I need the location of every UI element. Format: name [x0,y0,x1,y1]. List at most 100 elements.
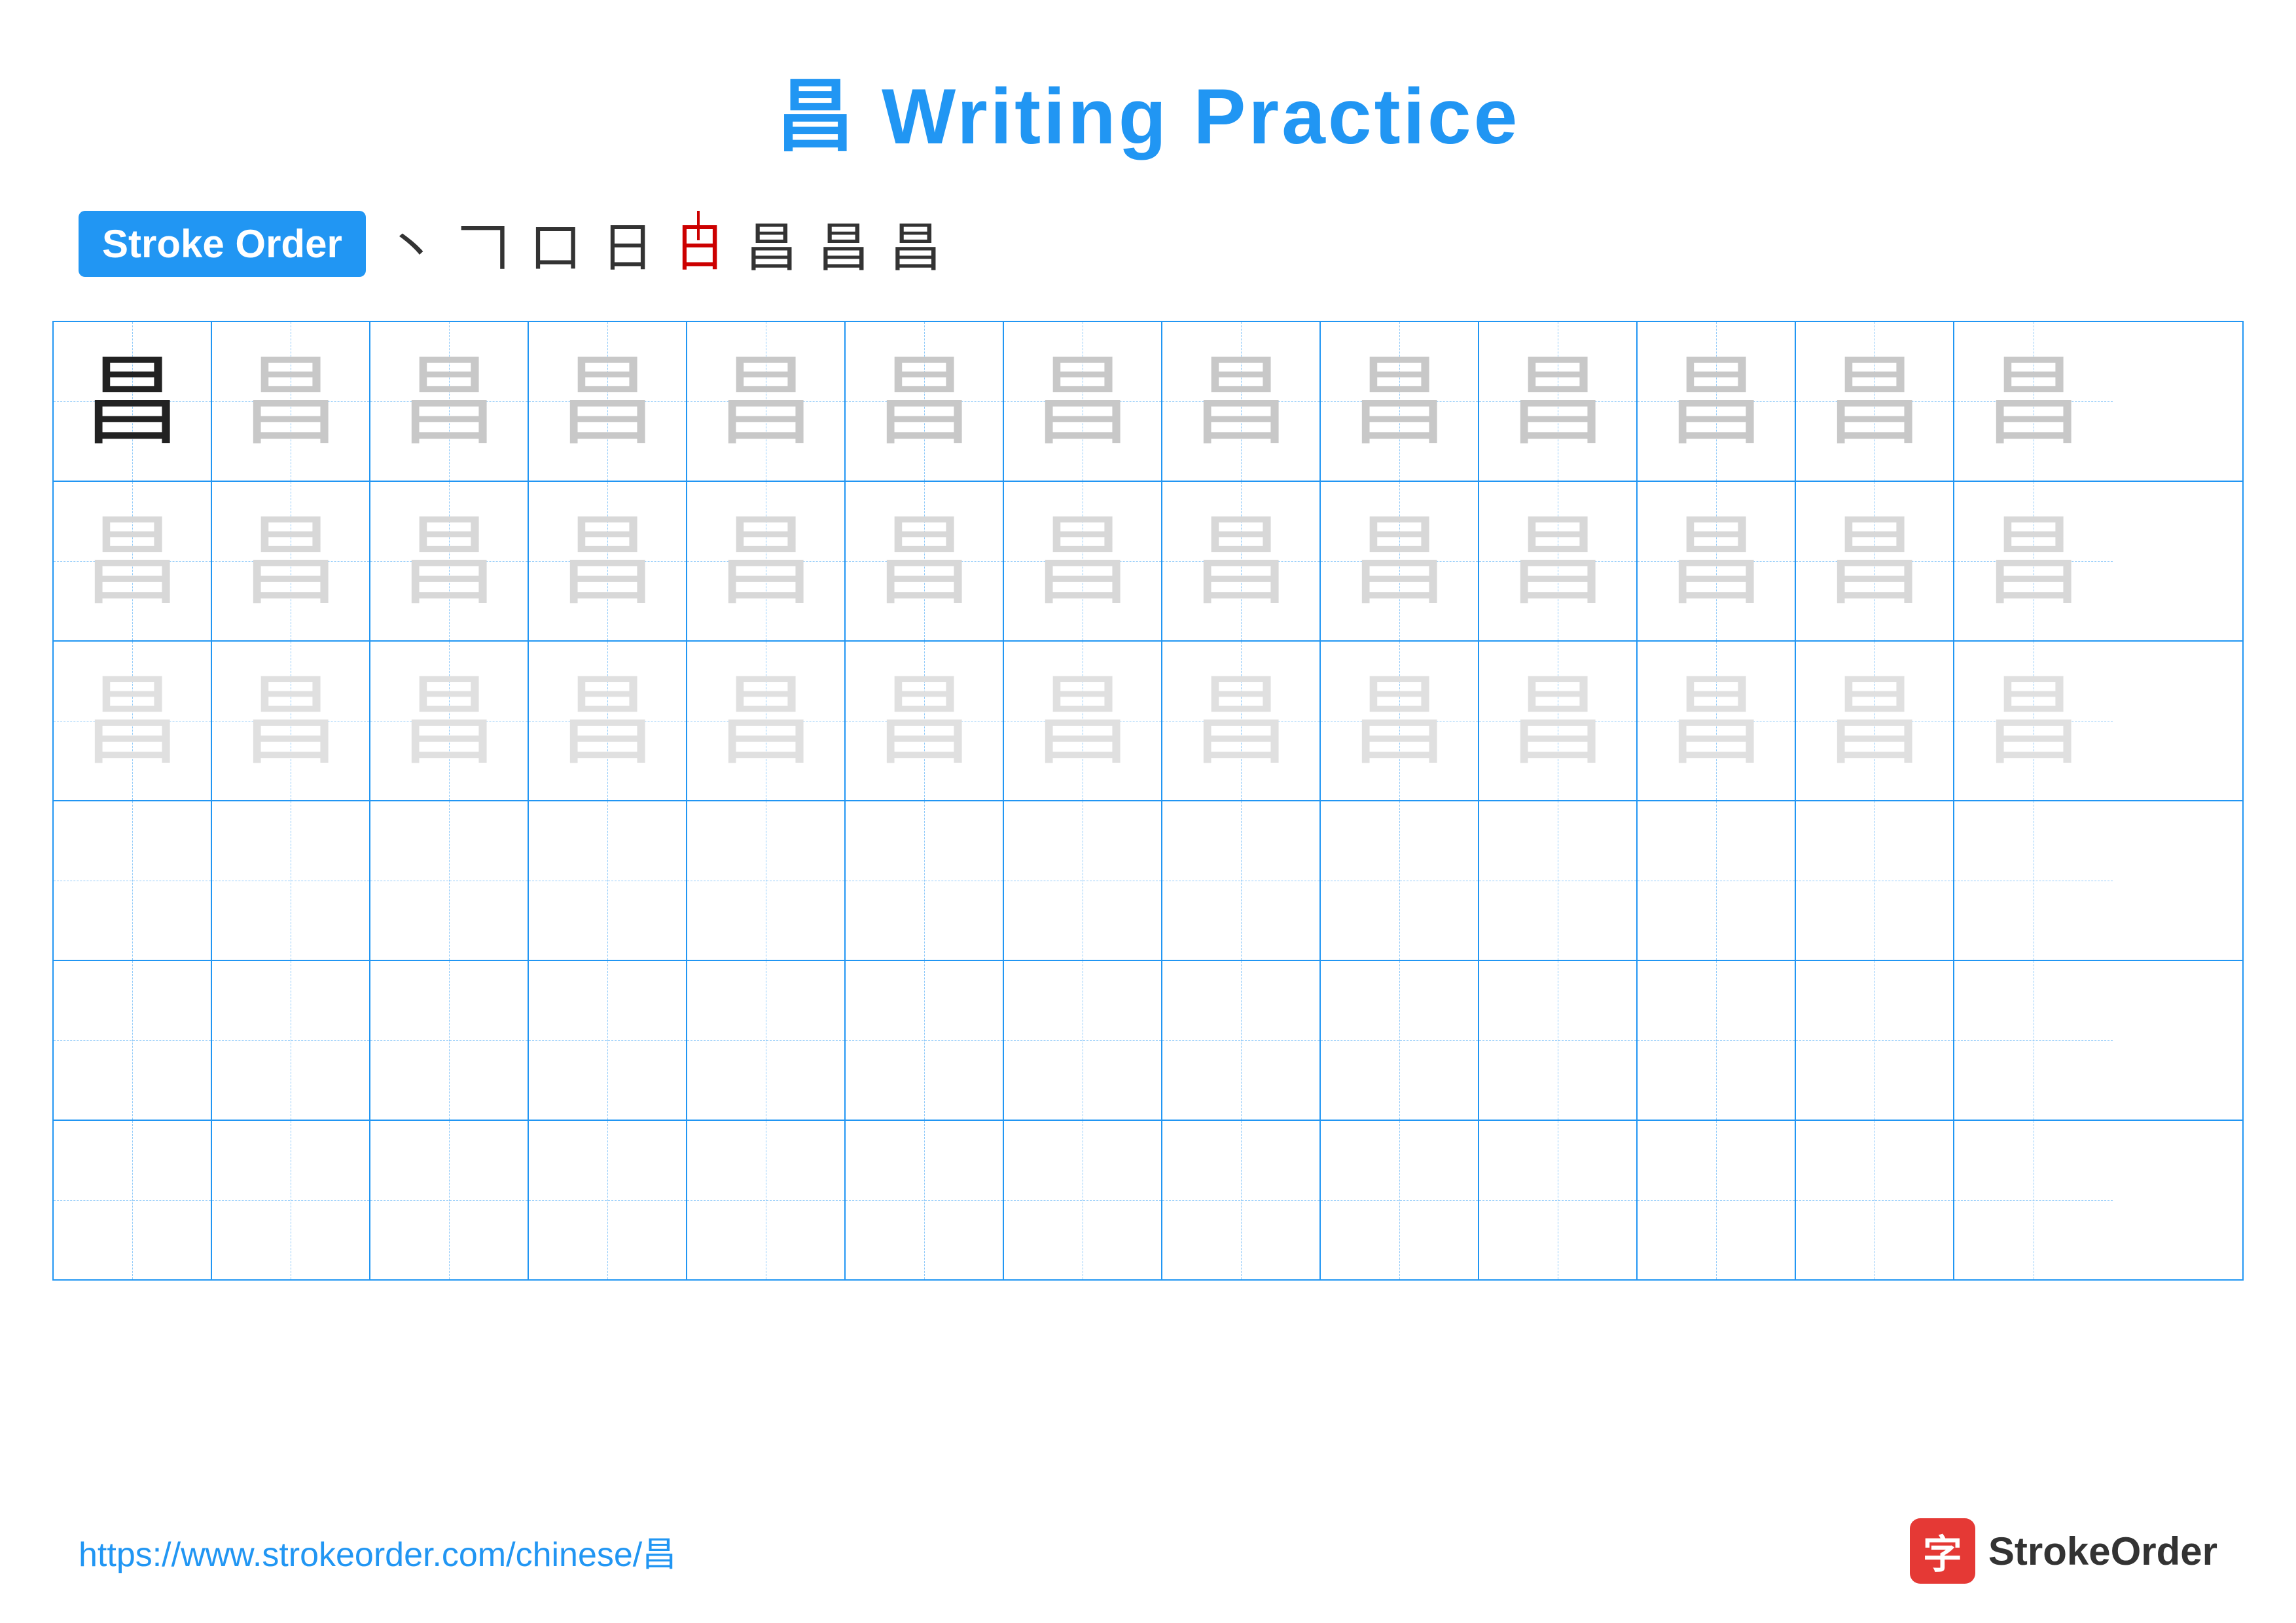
practice-char: 昌 [1667,352,1765,450]
stroke-1: 丶 [386,206,438,282]
grid-cell-r3-c8[interactable]: 昌 [1162,642,1321,800]
grid-cell-r4-c3[interactable] [370,801,529,960]
grid-cell-r3-c2[interactable]: 昌 [212,642,370,800]
grid-cell-r1-c7[interactable]: 昌 [1004,322,1162,481]
grid-cell-r2-c10[interactable]: 昌 [1479,482,1638,640]
grid-cell-r2-c6[interactable]: 昌 [846,482,1004,640]
grid-cell-r5-c12[interactable] [1796,961,1954,1120]
grid-cell-r5-c5[interactable] [687,961,846,1120]
grid-cell-r6-c2[interactable] [212,1121,370,1279]
grid-cell-r4-c12[interactable] [1796,801,1954,960]
grid-cell-r2-c1[interactable]: 昌 [54,482,212,640]
grid-cell-r3-c5[interactable]: 昌 [687,642,846,800]
practice-char: 昌 [875,672,973,770]
stroke-3: 口 [529,206,582,282]
grid-cell-r3-c6[interactable]: 昌 [846,642,1004,800]
grid-cell-r2-c13[interactable]: 昌 [1954,482,2113,640]
practice-char: 昌 [83,352,181,450]
grid-cell-r5-c9[interactable] [1321,961,1479,1120]
footer-url[interactable]: https://www.strokeorder.com/chinese/昌 [79,1527,676,1576]
practice-char: 昌 [1825,672,1924,770]
grid-cell-r4-c5[interactable] [687,801,846,960]
grid-cell-r3-c1[interactable]: 昌 [54,642,212,800]
practice-char: 昌 [1192,512,1290,610]
stroke-5: 日 [673,206,726,282]
grid-cell-r5-c8[interactable] [1162,961,1321,1120]
grid-cell-r1-c12[interactable]: 昌 [1796,322,1954,481]
grid-cell-r3-c12[interactable]: 昌 [1796,642,1954,800]
grid-cell-r2-c3[interactable]: 昌 [370,482,529,640]
grid-cell-r4-c8[interactable] [1162,801,1321,960]
practice-char: 昌 [875,512,973,610]
grid-cell-r2-c7[interactable]: 昌 [1004,482,1162,640]
grid-cell-r6-c3[interactable] [370,1121,529,1279]
grid-cell-r5-c6[interactable] [846,961,1004,1120]
grid-cell-r1-c9[interactable]: 昌 [1321,322,1479,481]
grid-cell-r6-c11[interactable] [1638,1121,1796,1279]
grid-cell-r4-c4[interactable] [529,801,687,960]
grid-cell-r6-c7[interactable] [1004,1121,1162,1279]
stroke-7: 昌 [817,206,870,282]
grid-cell-r4-c13[interactable] [1954,801,2113,960]
grid-cell-r3-c3[interactable]: 昌 [370,642,529,800]
grid-cell-r1-c4[interactable]: 昌 [529,322,687,481]
practice-char: 昌 [400,512,498,610]
stroke-2: 𠃍 [457,206,510,282]
grid-cell-r1-c13[interactable]: 昌 [1954,322,2113,481]
practice-char: 昌 [1825,512,1924,610]
grid-cell-r5-c2[interactable] [212,961,370,1120]
grid-cell-r2-c4[interactable]: 昌 [529,482,687,640]
grid-cell-r2-c5[interactable]: 昌 [687,482,846,640]
grid-cell-r3-c7[interactable]: 昌 [1004,642,1162,800]
grid-cell-r2-c11[interactable]: 昌 [1638,482,1796,640]
grid-cell-r5-c1[interactable] [54,961,212,1120]
grid-cell-r1-c3[interactable]: 昌 [370,322,529,481]
practice-char: 昌 [1984,672,2083,770]
logo-icon: 字 [1910,1518,1975,1584]
practice-char: 昌 [875,352,973,450]
practice-char: 昌 [558,672,656,770]
grid-cell-r4-c9[interactable] [1321,801,1479,960]
grid-cell-r2-c12[interactable]: 昌 [1796,482,1954,640]
grid-cell-r3-c11[interactable]: 昌 [1638,642,1796,800]
grid-cell-r6-c13[interactable] [1954,1121,2113,1279]
grid-cell-r6-c6[interactable] [846,1121,1004,1279]
grid-cell-r2-c2[interactable]: 昌 [212,482,370,640]
grid-cell-r6-c1[interactable] [54,1121,212,1279]
stroke-sequence: 丶 𠃍 口 日 日 昌 昌 昌 [386,206,942,282]
grid-cell-r3-c9[interactable]: 昌 [1321,642,1479,800]
grid-cell-r1-c11[interactable]: 昌 [1638,322,1796,481]
grid-cell-r5-c13[interactable] [1954,961,2113,1120]
grid-cell-r3-c4[interactable]: 昌 [529,642,687,800]
grid-cell-r5-c10[interactable] [1479,961,1638,1120]
grid-cell-r6-c12[interactable] [1796,1121,1954,1279]
grid-cell-r6-c9[interactable] [1321,1121,1479,1279]
grid-cell-r1-c8[interactable]: 昌 [1162,322,1321,481]
grid-cell-r5-c3[interactable] [370,961,529,1120]
grid-cell-r1-c6[interactable]: 昌 [846,322,1004,481]
grid-cell-r1-c1[interactable]: 昌 [54,322,212,481]
grid-cell-r6-c10[interactable] [1479,1121,1638,1279]
grid-cell-r5-c11[interactable] [1638,961,1796,1120]
grid-cell-r2-c9[interactable]: 昌 [1321,482,1479,640]
grid-cell-r3-c13[interactable]: 昌 [1954,642,2113,800]
grid-cell-r1-c5[interactable]: 昌 [687,322,846,481]
grid-cell-r4-c2[interactable] [212,801,370,960]
grid-cell-r4-c11[interactable] [1638,801,1796,960]
grid-cell-r4-c1[interactable] [54,801,212,960]
grid-cell-r3-c10[interactable]: 昌 [1479,642,1638,800]
grid-cell-r4-c6[interactable] [846,801,1004,960]
title-text: Writing Practice [882,73,1520,160]
grid-cell-r6-c8[interactable] [1162,1121,1321,1279]
grid-cell-r6-c5[interactable] [687,1121,846,1279]
grid-cell-r1-c10[interactable]: 昌 [1479,322,1638,481]
grid-row-2: 昌 昌 昌 昌 昌 昌 昌 昌 昌 昌 昌 昌 [54,482,2242,642]
grid-cell-r5-c7[interactable] [1004,961,1162,1120]
grid-cell-r4-c7[interactable] [1004,801,1162,960]
grid-cell-r1-c2[interactable]: 昌 [212,322,370,481]
grid-cell-r4-c10[interactable] [1479,801,1638,960]
grid-cell-r2-c8[interactable]: 昌 [1162,482,1321,640]
stroke-6: 昌 [745,206,798,282]
grid-cell-r5-c4[interactable] [529,961,687,1120]
grid-cell-r6-c4[interactable] [529,1121,687,1279]
